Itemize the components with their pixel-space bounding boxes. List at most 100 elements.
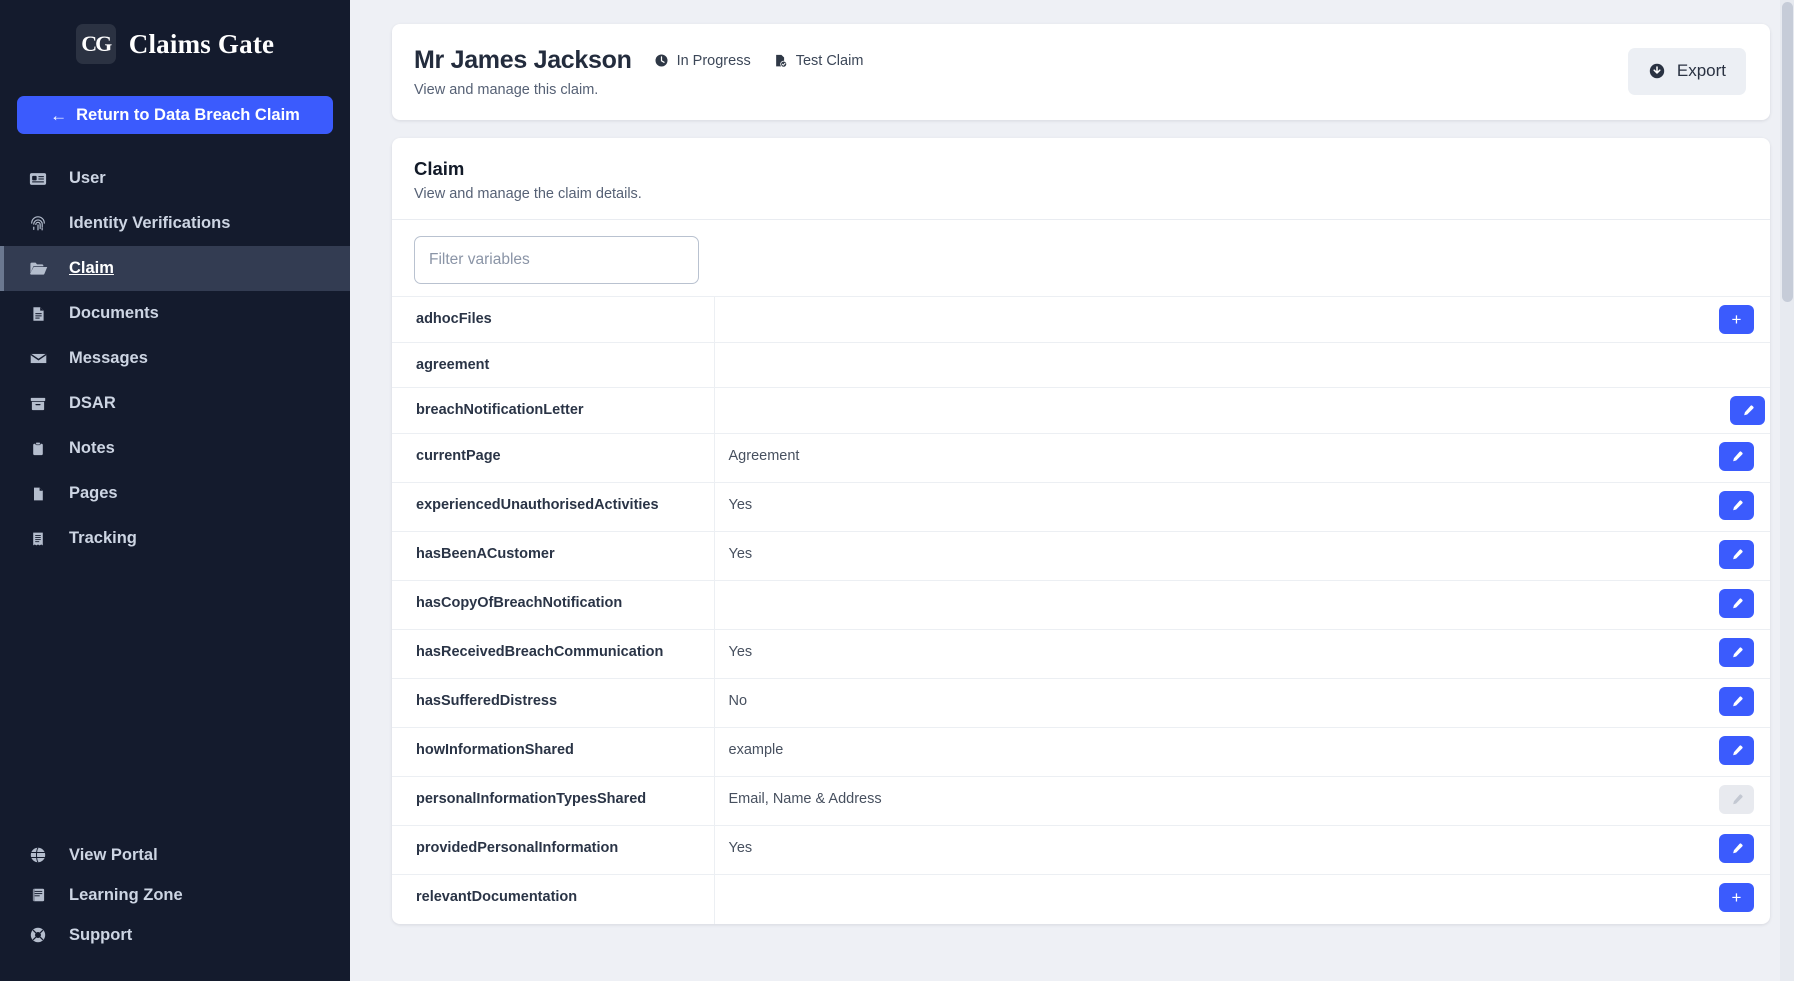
sidebar-item-identity-verifications[interactable]: Identity Verifications [0, 201, 350, 246]
table-row: howInformationShared example [392, 727, 1770, 777]
variable-value: Yes [728, 546, 753, 562]
row-action-cell [1640, 343, 1770, 388]
variable-value: example [728, 742, 784, 758]
variable-name: howInformationShared [392, 727, 715, 777]
sidebar-item-label: Pages [69, 484, 118, 502]
table-row: providedPersonalInformation Yes [392, 825, 1770, 875]
row-action-cell [1640, 483, 1770, 532]
row-action-cell [1640, 728, 1770, 777]
edit-variable-button[interactable] [1719, 638, 1754, 667]
table-row: adhocFiles + [392, 296, 1770, 343]
plus-icon: + [1731, 888, 1742, 907]
arrow-left-icon: ← [50, 105, 68, 125]
pencil-icon [1732, 842, 1743, 853]
add-file-button[interactable]: + [1719, 883, 1754, 912]
sidebar-item-support[interactable]: Support [0, 915, 350, 955]
variable-value: Yes [728, 840, 753, 856]
sidebar-item-label: Messages [69, 349, 148, 367]
file-check-icon [773, 53, 788, 69]
edit-variable-button[interactable] [1719, 834, 1754, 863]
sidebar-item-messages[interactable]: Messages [0, 336, 350, 381]
export-button[interactable]: Export [1627, 47, 1746, 95]
table-row: personalInformationTypesShared Email, Na… [392, 776, 1770, 826]
sidebar-item-documents[interactable]: Documents [0, 291, 350, 336]
pencil-icon [1732, 793, 1743, 804]
table-row: hasReceivedBreachCommunication Yes [392, 629, 1770, 679]
claim-details-card: Claim View and manage the claim details.… [392, 138, 1770, 924]
edit-variable-button[interactable] [1719, 736, 1754, 765]
document-icon [28, 304, 48, 324]
edit-variable-button-disabled [1719, 785, 1754, 814]
row-action-cell: + [1640, 875, 1770, 924]
page-scrollbar-thumb[interactable] [1782, 2, 1793, 302]
sidebar-item-user[interactable]: User [0, 156, 350, 201]
sidebar-item-view-portal[interactable]: View Portal [0, 835, 350, 875]
pencil-icon [1732, 597, 1743, 608]
claim-header-card: Mr James Jackson In Progress Test Claim [392, 24, 1770, 120]
edit-variable-button[interactable] [1719, 442, 1754, 471]
table-row: hasBeenACustomer Yes [392, 531, 1770, 581]
variable-name: agreement [392, 342, 715, 388]
table-row: hasCopyOfBreachNotification [392, 580, 1770, 630]
edit-variable-button[interactable] [1730, 396, 1765, 425]
return-to-data-breach-claim-button[interactable]: ← Return to Data Breach Claim [17, 96, 333, 134]
variable-name: hasCopyOfBreachNotification [392, 580, 715, 630]
download-circle-icon [1648, 62, 1666, 80]
export-button-label: Export [1676, 61, 1726, 80]
variable-name: experiencedUnauthorisedActivities [392, 482, 715, 532]
sidebar-item-label: Notes [69, 439, 115, 457]
pencil-icon [1732, 499, 1743, 510]
header-left: Mr James Jackson In Progress Test Claim [414, 44, 1628, 98]
table-row: currentPage Agreement [392, 433, 1770, 483]
sidebar-item-claim[interactable]: Claim [0, 246, 350, 291]
pencil-icon [1732, 450, 1743, 461]
pencil-icon [1732, 744, 1743, 755]
variable-value: Yes [728, 497, 753, 513]
edit-variable-button[interactable] [1719, 491, 1754, 520]
variable-value [714, 388, 1640, 434]
edit-variable-button[interactable] [1719, 687, 1754, 716]
variable-name: relevantDocumentation [392, 874, 715, 924]
table-body: adhocFiles + agreement breachNotificatio… [392, 296, 1770, 924]
variable-name: hasSufferedDistress [392, 678, 715, 728]
sidebar-bottom-nav: View Portal Learning Zone Support [0, 835, 350, 981]
variable-name: hasReceivedBreachCommunication [392, 629, 715, 679]
edit-variable-button[interactable] [1719, 540, 1754, 569]
row-action-cell [1640, 630, 1770, 679]
add-file-button[interactable]: + [1719, 305, 1754, 334]
row-action-cell [1640, 434, 1770, 483]
test-claim-badge-label: Test Claim [795, 52, 864, 69]
table-row: agreement [392, 342, 1770, 388]
page-scrollbar-track[interactable] [1780, 0, 1794, 981]
brand-name: Claims Gate [128, 28, 275, 59]
variable-value: Email, Name & Address [728, 791, 882, 807]
envelope-icon [28, 349, 48, 369]
variable-value [714, 875, 1640, 924]
edit-variable-button[interactable] [1719, 589, 1754, 618]
claim-variables-table: adhocFiles + agreement breachNotificatio… [392, 296, 1770, 924]
sidebar-item-learning-zone[interactable]: Learning Zone [0, 875, 350, 915]
sidebar-item-pages[interactable]: Pages [0, 471, 350, 516]
sidebar: CG Claims Gate ← Return to Data Breach C… [0, 0, 350, 981]
table-row: hasSufferedDistress No [392, 678, 1770, 728]
app-root: CG Claims Gate ← Return to Data Breach C… [0, 0, 1794, 981]
variable-value: Yes [728, 644, 753, 660]
variable-value [714, 343, 1640, 388]
book-icon [28, 885, 48, 905]
pencil-icon [1732, 646, 1743, 657]
brand-logo-icon: CG [75, 24, 116, 64]
variable-name: breachNotificationLetter [392, 387, 715, 434]
variable-name: personalInformationTypesShared [392, 776, 715, 826]
pencil-icon [1732, 548, 1743, 559]
filter-variables-input[interactable] [414, 236, 699, 284]
brand: CG Claims Gate [0, 0, 350, 84]
sidebar-item-notes[interactable]: Notes [0, 426, 350, 471]
table-row: breachNotificationLetter [392, 387, 1770, 434]
test-claim-badge: Test Claim [773, 52, 864, 69]
sidebar-item-tracking[interactable]: Tracking [0, 516, 350, 561]
clipboard-icon [28, 439, 48, 459]
sidebar-item-label: Support [69, 925, 133, 944]
pencil-icon [1732, 695, 1743, 706]
sidebar-item-dsar[interactable]: DSAR [0, 381, 350, 426]
